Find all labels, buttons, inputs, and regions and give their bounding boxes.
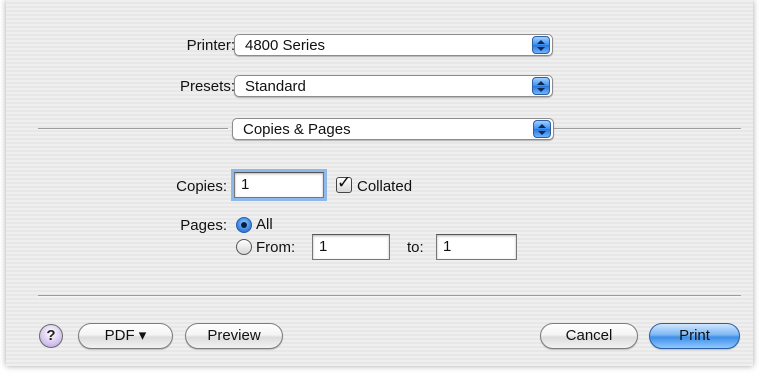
panel-value: Copies & Pages: [243, 121, 351, 138]
pdf-button[interactable]: PDF ▾: [78, 323, 173, 349]
copies-label: Copies:: [176, 178, 227, 195]
separator-bottom: [38, 295, 741, 297]
checkmark-icon: ✓: [337, 173, 352, 193]
to-field[interactable]: 1: [436, 234, 517, 260]
panel-popup[interactable]: Copies & Pages: [232, 118, 554, 140]
printer-value: 4800 Series: [245, 37, 326, 54]
popup-arrows-icon: [533, 120, 551, 138]
copies-field[interactable]: 1: [234, 172, 324, 198]
help-button[interactable]: ?: [39, 324, 63, 348]
preview-button[interactable]: Preview: [185, 323, 283, 349]
all-label: All: [256, 216, 273, 233]
printer-label: Printer:: [186, 37, 235, 54]
to-label: to:: [407, 239, 424, 256]
radio-dot-icon: [241, 222, 247, 228]
collated-checkbox[interactable]: ✓: [336, 173, 352, 193]
cancel-button[interactable]: Cancel: [540, 323, 638, 349]
popup-arrows-icon: [532, 36, 550, 54]
from-field[interactable]: 1: [312, 234, 390, 260]
radio-from[interactable]: [236, 239, 252, 255]
collated-label: Collated: [357, 178, 413, 195]
popup-arrows-icon: [532, 77, 550, 95]
presets-value: Standard: [245, 78, 306, 95]
print-button[interactable]: Print: [649, 323, 740, 349]
printer-popup[interactable]: 4800 Series: [234, 34, 553, 56]
pages-label: Pages:: [180, 217, 227, 234]
print-dialog: Printer: 4800 Series Presets: Standard C…: [6, 0, 753, 366]
separator-right: [554, 128, 741, 130]
presets-popup[interactable]: Standard: [234, 75, 553, 97]
presets-label: Presets:: [179, 78, 235, 95]
from-label: From:: [256, 239, 296, 256]
separator-left: [38, 128, 228, 130]
radio-all[interactable]: [236, 217, 252, 233]
